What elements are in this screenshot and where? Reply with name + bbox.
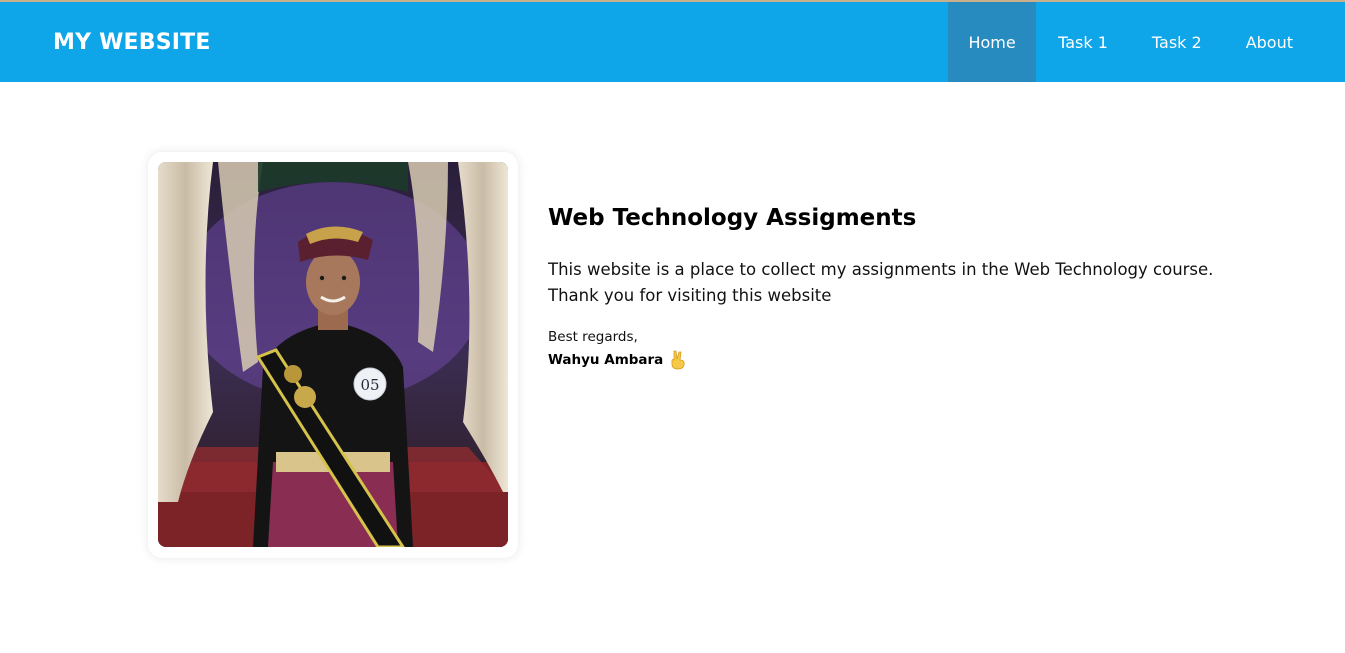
author-signature: Wahyu Ambara bbox=[548, 350, 1308, 370]
nav-home[interactable]: Home bbox=[948, 2, 1037, 82]
regards-text: Best regards, bbox=[548, 329, 638, 345]
victory-hand-icon bbox=[669, 350, 687, 370]
photo-badge-number: 05 bbox=[360, 376, 379, 394]
intro-section: Web Technology Assigments This website i… bbox=[548, 205, 1308, 370]
nav-about[interactable]: About bbox=[1224, 2, 1315, 82]
main-nav: Home Task 1 Task 2 About bbox=[948, 2, 1315, 82]
nav-task-2[interactable]: Task 2 bbox=[1130, 2, 1224, 82]
navbar: MY WEBSITE Home Task 1 Task 2 About bbox=[0, 2, 1345, 82]
site-brand[interactable]: MY WEBSITE bbox=[53, 30, 211, 55]
description-line-2: Thank you for visiting this website bbox=[548, 286, 832, 305]
page-title: Web Technology Assigments bbox=[548, 205, 917, 231]
profile-photo-card: 05 bbox=[148, 152, 518, 558]
author-name: Wahyu Ambara bbox=[548, 352, 664, 368]
profile-photo: 05 bbox=[158, 162, 508, 547]
description: This website is a place to collect my as… bbox=[548, 257, 1308, 309]
description-line-1: This website is a place to collect my as… bbox=[548, 260, 1214, 279]
nav-task-1[interactable]: Task 1 bbox=[1036, 2, 1130, 82]
